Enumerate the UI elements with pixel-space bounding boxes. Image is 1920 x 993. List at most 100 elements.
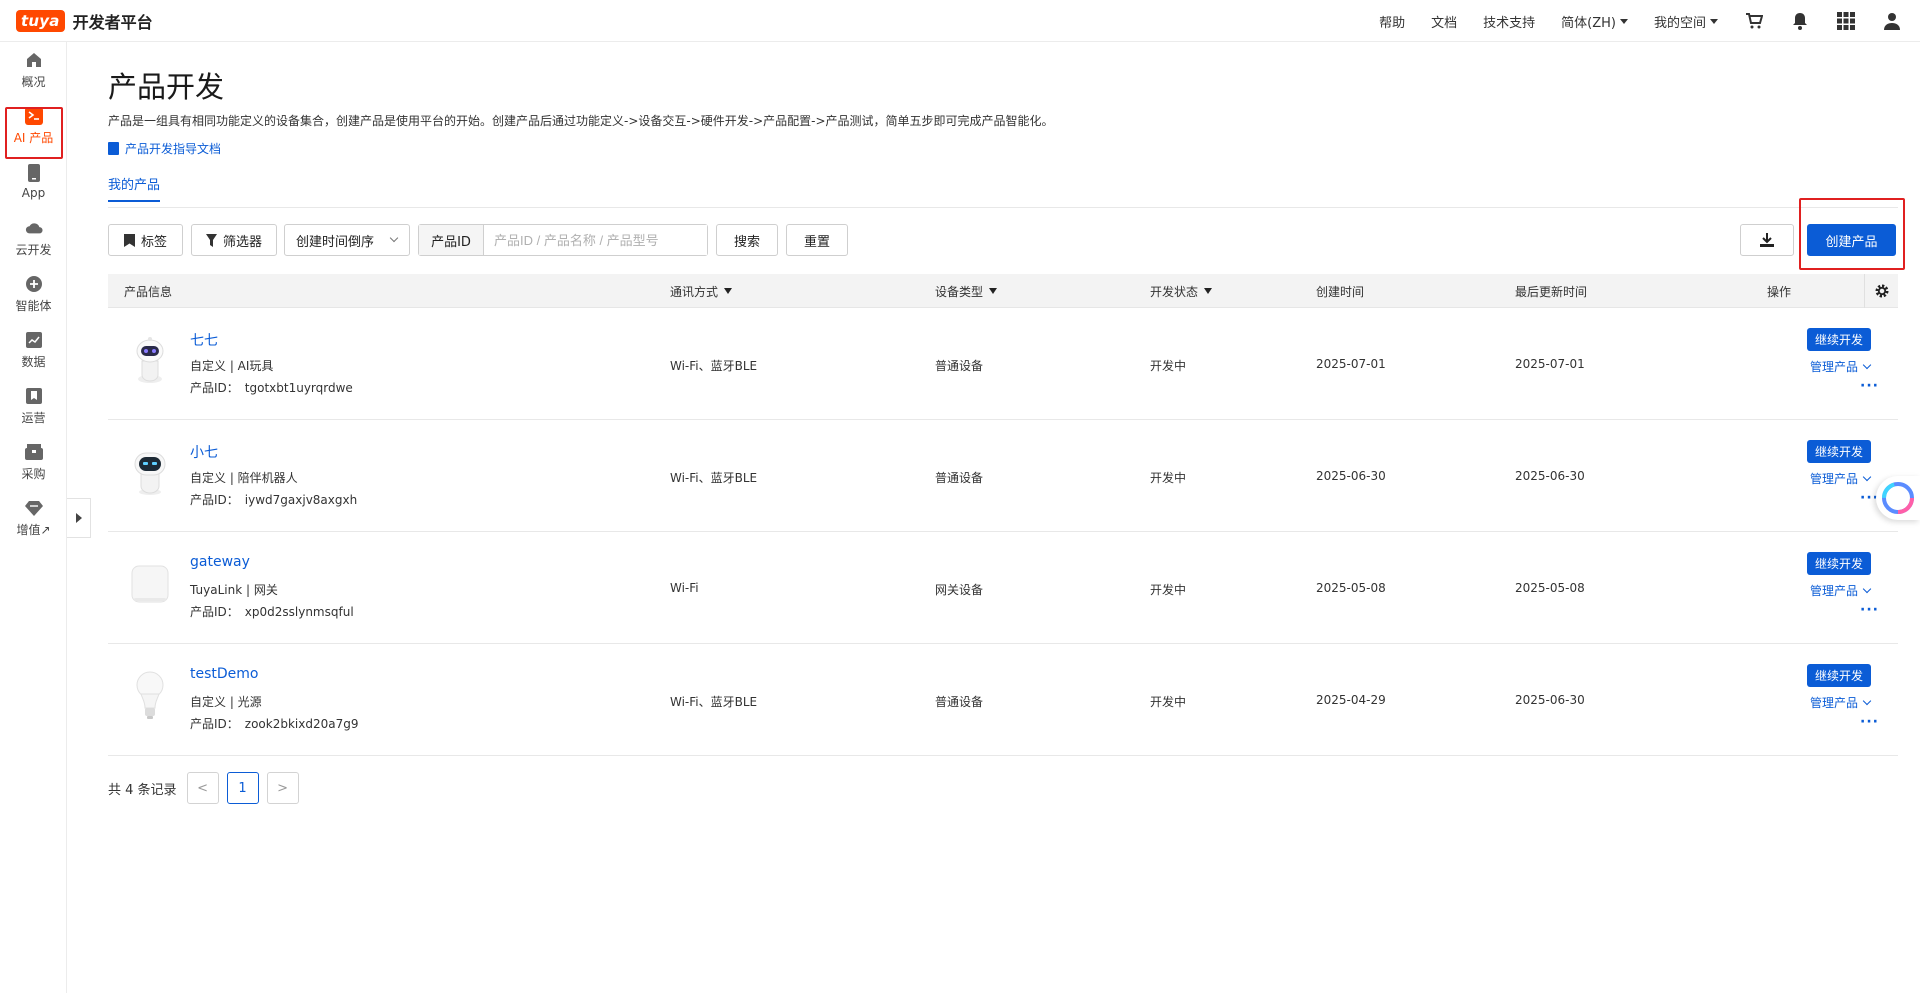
home-icon <box>25 51 43 69</box>
continue-dev-button[interactable]: 继续开发 <box>1807 328 1871 351</box>
protocol-cell: Wi-Fi、蓝牙BLE <box>670 695 758 709</box>
continue-dev-button[interactable]: 继续开发 <box>1807 552 1871 575</box>
product-name-link[interactable]: testDemo <box>190 666 258 682</box>
column-settings-button[interactable] <box>1864 274 1898 308</box>
search-button[interactable]: 搜索 <box>716 224 778 256</box>
sort-select[interactable]: 创建时间倒序 <box>284 224 410 256</box>
assistant-swirl-icon <box>1882 482 1914 514</box>
manage-product-dropdown[interactable]: 管理产品 <box>1810 582 1872 599</box>
product-id-value: xp0d2sslynmsqful <box>244 605 354 619</box>
table-header: 产品信息 通讯方式 设备类型 开发状态 创建时间 最后更新时间 操作 <box>108 274 1898 308</box>
ai-assistant-button[interactable] <box>1876 476 1920 520</box>
page-description: 产品是一组具有相同功能定义的设备集合，创建产品是使用平台的开始。创建产品后通过功… <box>108 114 1054 128</box>
sidebar-item-label: 智能体 <box>15 298 52 313</box>
gateway-box-icon <box>130 558 170 610</box>
bell-icon[interactable] <box>1790 11 1810 31</box>
tag-button[interactable]: 标签 <box>108 224 183 256</box>
reset-button[interactable]: 重置 <box>786 224 848 256</box>
created-cell: 2025-06-30 <box>1316 469 1386 483</box>
manage-product-label: 管理产品 <box>1810 584 1859 598</box>
top-bar: tuya 开发者平台 帮助 文档 技术支持 简体(ZH) 我的空间 <box>0 0 1920 42</box>
manage-product-dropdown[interactable]: 管理产品 <box>1810 470 1872 487</box>
bookmark-icon <box>123 233 135 247</box>
diamond-icon <box>24 499 43 517</box>
continue-dev-button[interactable]: 继续开发 <box>1807 664 1871 687</box>
manage-product-dropdown[interactable]: 管理产品 <box>1810 694 1872 711</box>
download-button[interactable] <box>1740 224 1794 256</box>
help-link[interactable]: 帮助 <box>1379 12 1405 31</box>
top-nav: 帮助 文档 技术支持 简体(ZH) 我的空间 <box>1353 0 1902 42</box>
chevron-down-icon <box>1862 696 1872 705</box>
next-page-button[interactable]: > <box>266 772 299 804</box>
th-dev-status-label: 开发状态 <box>1150 284 1199 299</box>
protocol-cell: Wi-Fi <box>670 581 699 595</box>
sidebar-item-cloud[interactable]: 云开发 <box>0 212 67 264</box>
language-dropdown[interactable]: 简体(ZH) <box>1561 12 1628 31</box>
th-dev-status[interactable]: 开发状态 <box>1150 274 1213 308</box>
filter-icon <box>989 288 998 294</box>
more-actions-button[interactable]: ··· <box>1860 378 1879 394</box>
sidebar-item-data[interactable]: 数据 <box>0 324 67 376</box>
page-number-button[interactable]: 1 <box>226 772 259 804</box>
workspace-dropdown[interactable]: 我的空间 <box>1654 12 1718 31</box>
search-field-label: 产品ID <box>419 225 484 255</box>
sidebar-item-label: 采购 <box>21 466 46 481</box>
more-actions-button[interactable]: ··· <box>1860 602 1879 618</box>
manage-product-dropdown[interactable]: 管理产品 <box>1810 358 1872 375</box>
product-name-link[interactable]: 小七 <box>190 442 218 462</box>
platform-title: 开发者平台 <box>72 12 153 32</box>
device-type-cell: 网关设备 <box>935 583 984 597</box>
search-input[interactable] <box>484 225 707 255</box>
th-device-type[interactable]: 设备类型 <box>935 274 998 308</box>
sidebar-item-operation[interactable]: 运营 <box>0 380 67 432</box>
sidebar-item-agent[interactable]: 智能体 <box>0 268 67 320</box>
product-name-link[interactable]: 七七 <box>190 330 218 350</box>
th-action: 操作 <box>1767 284 1792 299</box>
updated-cell: 2025-06-30 <box>1515 693 1585 707</box>
caret-down-icon <box>1710 18 1718 24</box>
search-button-label: 搜索 <box>733 234 760 250</box>
highlight-box <box>1799 198 1905 270</box>
sidebar-item-label: 概况 <box>21 74 46 89</box>
created-cell: 2025-05-08 <box>1316 581 1386 595</box>
guide-doc-link[interactable]: 产品开发指导文档 <box>108 140 221 157</box>
th-created: 创建时间 <box>1316 284 1365 299</box>
product-id: 产品ID： tgotxbt1uyrqrdwe <box>190 379 353 396</box>
apps-grid-icon[interactable] <box>1836 11 1856 31</box>
sidebar-item-app[interactable]: App <box>0 156 67 208</box>
updated-cell: 2025-07-01 <box>1515 357 1585 371</box>
workspace-label: 我的空间 <box>1653 15 1706 31</box>
product-id: 产品ID： xp0d2sslynmsqful <box>190 603 354 620</box>
reset-button-label: 重置 <box>803 234 830 250</box>
cart-icon[interactable] <box>1744 11 1764 31</box>
sidebar-item-overview[interactable]: 概况 <box>0 44 67 96</box>
light-bulb-icon <box>130 670 170 722</box>
user-icon[interactable] <box>1882 11 1902 31</box>
more-actions-button[interactable]: ··· <box>1860 714 1879 730</box>
chevron-down-icon <box>389 233 399 243</box>
table-row: 小七 自定义 | 陪伴机器人 产品ID： iywd7gaxjv8axgxh Wi-… <box>108 420 1898 532</box>
support-link[interactable]: 技术支持 <box>1483 12 1535 31</box>
sidebar-item-purchase[interactable]: 采购 <box>0 436 67 488</box>
logo[interactable]: tuya 开发者平台 <box>16 9 153 33</box>
tuya-logo: tuya <box>16 9 65 32</box>
filter-button[interactable]: 筛选器 <box>191 224 277 256</box>
table-row: gateway TuyaLink | 网关 产品ID： xp0d2sslynmsq… <box>108 532 1898 644</box>
th-protocol[interactable]: 通讯方式 <box>670 274 733 308</box>
product-name-link[interactable]: gateway <box>190 554 250 570</box>
filter-icon <box>724 288 733 294</box>
tab-my-products[interactable]: 我的产品 <box>108 174 161 202</box>
box-icon <box>24 443 43 461</box>
plus-circle-icon <box>25 275 43 293</box>
sidebar-item-value-added[interactable]: 增值↗ <box>0 492 67 544</box>
robot-white-icon <box>130 334 170 386</box>
continue-dev-button[interactable]: 继续开发 <box>1807 440 1871 463</box>
filter-button-label: 筛选器 <box>222 234 262 250</box>
docs-link[interactable]: 文档 <box>1431 12 1457 31</box>
device-type-cell: 普通设备 <box>935 359 984 373</box>
prev-page-button[interactable]: < <box>186 772 219 804</box>
sidebar-expand-toggle[interactable] <box>67 498 91 538</box>
updated-cell: 2025-06-30 <box>1515 469 1585 483</box>
search-group: 产品ID <box>418 224 708 256</box>
product-id-value: tgotxbt1uyrqrdwe <box>244 381 353 395</box>
